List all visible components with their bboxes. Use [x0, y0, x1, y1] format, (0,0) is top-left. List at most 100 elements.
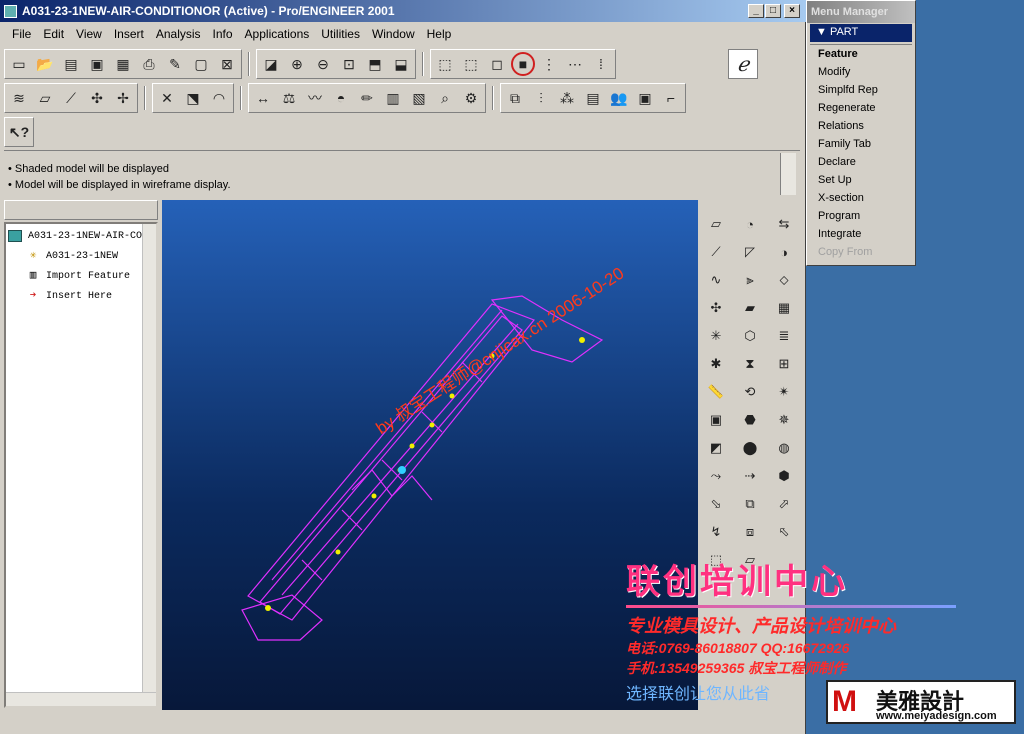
wireframe-icon[interactable]: ⬚ — [433, 52, 457, 76]
close-window-icon[interactable]: ⊠ — [215, 52, 239, 76]
curve-analysis-icon[interactable]: 〰 — [303, 86, 327, 110]
print-icon[interactable]: ⎙ — [137, 52, 161, 76]
tree-root[interactable]: A031-23-1NEW-AIR-CO — [6, 226, 156, 246]
datum-axes-icon[interactable]: ⋯ — [563, 52, 587, 76]
search-icon[interactable]: ⌕ — [433, 86, 457, 110]
save-copy-icon[interactable]: ▦ — [111, 52, 135, 76]
tree-item[interactable]: ▥ Import Feature — [6, 266, 156, 286]
message-scrollbar[interactable] — [780, 153, 796, 195]
open-session-icon[interactable]: ▤ — [59, 52, 83, 76]
open-folder-icon[interactable]: 📂 — [33, 52, 57, 76]
trim-icon[interactable]: ⟲ — [738, 380, 762, 404]
context-help-icon[interactable]: ℯ — [728, 49, 758, 79]
paste-icon[interactable]: ⧈ — [738, 520, 762, 544]
menu-utilities[interactable]: Utilities — [315, 27, 366, 41]
hidden-line-icon[interactable]: ⬚ — [459, 52, 483, 76]
tree-item[interactable]: ✳ A031-23-1NEW — [6, 246, 156, 266]
draft-icon[interactable]: ▰ — [738, 296, 762, 320]
minimize-button[interactable]: _ — [748, 4, 764, 18]
menu-info[interactable]: Info — [207, 27, 239, 41]
revolve-icon[interactable]: ◩ — [704, 436, 728, 460]
pipe-icon[interactable]: ⌐ — [659, 86, 683, 110]
feature-info-icon[interactable]: ▧ — [407, 86, 431, 110]
mm-item-program[interactable]: Program — [810, 207, 912, 225]
mm-item-set-up[interactable]: Set Up — [810, 171, 912, 189]
chamfer-icon[interactable]: ◸ — [738, 240, 762, 264]
datum-axis-tool-icon[interactable]: ⟋ — [59, 86, 83, 110]
mm-item-simplfd-rep[interactable]: Simplfd Rep — [810, 81, 912, 99]
refit-icon[interactable]: ◪ — [259, 52, 283, 76]
menu-help[interactable]: Help — [421, 27, 458, 41]
coord-sys-tool-icon[interactable]: ✳ — [704, 324, 728, 348]
copy-icon[interactable]: ⧉ — [738, 492, 762, 516]
menu-analysis[interactable]: Analysis — [150, 27, 207, 41]
mm-item-declare[interactable]: Declare — [810, 153, 912, 171]
tree-horizontal-scrollbar[interactable] — [6, 692, 156, 706]
mm-item-integrate[interactable]: Integrate — [810, 225, 912, 243]
surface-analysis-icon[interactable]: ◓ — [329, 86, 353, 110]
parameters-icon[interactable]: ⁂ — [555, 86, 579, 110]
surface-fill-icon[interactable]: ▦ — [772, 296, 796, 320]
datum-plane-icon[interactable]: ▱ — [704, 212, 728, 236]
family-table-icon[interactable]: ⧉ — [503, 86, 527, 110]
window-icon[interactable]: ▢ — [189, 52, 213, 76]
menu-insert[interactable]: Insert — [108, 27, 150, 41]
close-button[interactable]: × — [784, 4, 800, 18]
datum-point-tool-icon[interactable]: ✣ — [85, 86, 109, 110]
whats-this-help-icon[interactable]: ↖? — [7, 120, 31, 144]
spin-center-icon[interactable]: ◠ — [207, 86, 231, 110]
menu-file[interactable]: File — [6, 27, 37, 41]
zoom-out-icon[interactable]: ⊖ — [311, 52, 335, 76]
surface-merge-icon[interactable]: ≣ — [772, 324, 796, 348]
surface-offset-icon[interactable]: ✵ — [772, 408, 796, 432]
surface-trim-icon[interactable]: ⊞ — [772, 352, 796, 376]
solidify-icon[interactable]: ⬢ — [772, 464, 796, 488]
datum-plane-tool-icon[interactable]: ▱ — [33, 86, 57, 110]
mm-item-feature[interactable]: Feature — [810, 45, 912, 63]
menu-manager-section[interactable]: ▼ PART — [810, 24, 912, 42]
surface-thicken-icon[interactable]: ◍ — [772, 436, 796, 460]
zoom-window-icon[interactable]: ⊡ — [337, 52, 361, 76]
extend-icon[interactable]: ⇢ — [738, 464, 762, 488]
menu-applications[interactable]: Applications — [239, 27, 316, 41]
orient-icon[interactable]: ⬒ — [363, 52, 387, 76]
save-icon[interactable]: ▣ — [85, 52, 109, 76]
offset-icon[interactable]: ⬤ — [738, 436, 762, 460]
users-icon[interactable]: 👥 — [607, 86, 631, 110]
mm-item-modify[interactable]: Modify — [810, 63, 912, 81]
datum-curve-icon[interactable]: ∿ — [704, 268, 728, 292]
tree-vertical-scrollbar[interactable] — [142, 224, 156, 706]
rib-icon[interactable]: ⫸ — [738, 268, 762, 292]
new-file-icon[interactable]: ▭ — [7, 52, 31, 76]
datum-axis-icon[interactable]: ⟋ — [704, 240, 728, 264]
round-icon[interactable]: ◔ — [738, 212, 762, 236]
sketch-icon[interactable]: ✕ — [155, 86, 179, 110]
ruler-icon[interactable]: 📏 — [704, 380, 728, 404]
layer-icon[interactable]: ≋ — [7, 86, 31, 110]
setup-icon[interactable]: ▣ — [633, 86, 657, 110]
relations-icon[interactable]: ⫶ — [529, 86, 553, 110]
reference-icon[interactable]: ⚙ — [459, 86, 483, 110]
surface-extend-icon[interactable]: ✴ — [772, 380, 796, 404]
notes-icon[interactable]: ▤ — [581, 86, 605, 110]
measure-icon[interactable]: ↔ — [251, 86, 275, 110]
maximize-button[interactable]: □ — [765, 4, 781, 18]
saved-views-icon[interactable]: ⬓ — [389, 52, 413, 76]
sweep-icon[interactable]: ⤳ — [704, 464, 728, 488]
mm-item-relations[interactable]: Relations — [810, 117, 912, 135]
menu-view[interactable]: View — [70, 27, 108, 41]
menu-edit[interactable]: Edit — [37, 27, 70, 41]
extrude-icon[interactable]: ▣ — [704, 408, 728, 432]
select-box-icon[interactable]: ⬔ — [181, 86, 205, 110]
datum-planes-icon[interactable]: ⋮ — [537, 52, 561, 76]
datum-point-icon[interactable]: ✣ — [704, 296, 728, 320]
surface-copy-icon[interactable]: ⬀ — [772, 492, 796, 516]
pencil-icon[interactable]: ✏ — [355, 86, 379, 110]
merge-icon[interactable]: ⬣ — [738, 408, 762, 432]
hole-icon[interactable]: ↯ — [704, 520, 728, 544]
mirror-icon[interactable]: ⧗ — [738, 352, 762, 376]
surface-revolve-icon[interactable]: ◑ — [772, 240, 796, 264]
pattern-icon[interactable]: ⬡ — [738, 324, 762, 348]
surface-sweep-icon[interactable]: ⇆ — [772, 212, 796, 236]
mm-item-regenerate[interactable]: Regenerate — [810, 99, 912, 117]
